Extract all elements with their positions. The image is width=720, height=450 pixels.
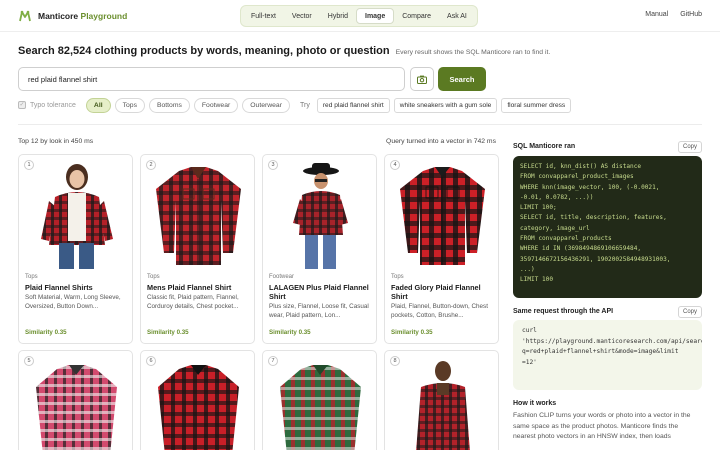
product-photo — [393, 357, 492, 450]
product-category: Footwear — [269, 274, 295, 280]
product-card[interactable]: 3 Footwear LALAGEN Plus Plaid Flannel Sh… — [262, 154, 377, 344]
product-description: Plus size, Flannel, Loose fit, Casual we… — [269, 303, 369, 319]
image-upload-button[interactable] — [410, 67, 434, 91]
product-photo — [271, 357, 370, 450]
product-category: Tops — [391, 274, 404, 280]
product-card[interactable]: 5 — [18, 350, 133, 450]
product-description: Soft Material, Warm, Long Sleeve, Oversi… — [25, 294, 121, 310]
product-photo — [271, 161, 370, 269]
product-info: Tops Faded Glory Plaid Flannel Shirt Pla… — [391, 274, 495, 320]
product-photo — [149, 161, 248, 269]
page-title: Search 82,524 clothing products by words… — [18, 45, 390, 57]
product-title: LALAGEN Plus Plaid Flannel Shirt — [269, 283, 369, 301]
product-title: Plaid Flannel Shirts — [25, 283, 93, 292]
tab-compare[interactable]: Compare — [394, 8, 439, 24]
sql-code-block: SELECT id, knn_dist() AS distance FROM c… — [513, 156, 702, 298]
top-navigation-bar: Manticore Playground Full-text Vector Hy… — [0, 0, 720, 32]
rank-badge: 4 — [390, 160, 400, 170]
try-label: Try — [299, 101, 310, 109]
checkbox-icon[interactable]: ✓ — [18, 101, 26, 109]
example-query[interactable]: red plaid flannel shirt — [316, 97, 390, 113]
product-card[interactable]: 6 — [140, 350, 255, 450]
results-summary: Top 12 by look in 450 ms — [18, 138, 94, 145]
product-photo — [27, 357, 126, 450]
product-info: Tops Mens Plaid Flannel Shirt Classic fi… — [147, 274, 251, 311]
category-chip-footwear[interactable]: Footwear — [193, 97, 239, 113]
github-link[interactable]: GitHub — [680, 11, 702, 18]
header-links: Manual GitHub — [645, 11, 702, 18]
vector-timing: Query turned into a vector in 742 ms — [386, 138, 496, 145]
tab-vector[interactable]: Vector — [284, 8, 320, 24]
api-panel-title: Same request through the API — [513, 308, 614, 315]
page-headline: Search 82,524 clothing products by words… — [18, 45, 550, 57]
search-input[interactable] — [18, 67, 405, 91]
filter-row: ✓ Typo tolerance All Tops Bottoms Footwe… — [18, 97, 572, 113]
product-card[interactable]: 4 Tops Faded Glory Plaid Flannel Shirt P… — [384, 154, 499, 344]
camera-icon — [417, 75, 427, 84]
how-it-works-title: How it works — [513, 400, 557, 407]
similarity-score: Similarity 0.35 — [25, 329, 67, 336]
product-description: Plaid, Flannel, Button-down, Chest pocke… — [391, 303, 488, 319]
rank-badge: 3 — [268, 160, 278, 170]
category-chip-outerwear[interactable]: Outerwear — [242, 97, 290, 113]
product-description: Classic fit, Plaid pattern, Flannel, Cor… — [147, 294, 239, 310]
tab-ask-ai[interactable]: Ask AI — [439, 8, 475, 24]
tab-full-text[interactable]: Full-text — [243, 8, 284, 24]
product-card[interactable]: 8 — [384, 350, 499, 450]
product-grid: 1 Tops Plaid Flannel Shirts Soft Materia… — [18, 154, 499, 450]
rank-badge: 6 — [146, 356, 156, 366]
example-query[interactable]: floral summer dress — [501, 97, 572, 113]
manual-link[interactable]: Manual — [645, 11, 668, 18]
rank-badge: 2 — [146, 160, 156, 170]
product-title: Faded Glory Plaid Flannel Shirt — [391, 283, 481, 301]
page-subtitle: Every result shows the SQL Manticore ran… — [395, 49, 551, 56]
rank-badge: 7 — [268, 356, 278, 366]
copy-curl-button[interactable]: Copy — [678, 306, 702, 318]
similarity-score: Similarity 0.35 — [391, 329, 433, 336]
rank-badge: 1 — [24, 160, 34, 170]
tab-hybrid[interactable]: Hybrid — [320, 8, 356, 24]
how-it-works-text: Fashion CLIP turns your words or photo i… — [513, 412, 691, 440]
product-photo — [393, 161, 492, 269]
sql-panel-title: SQL Manticore ran — [513, 143, 576, 150]
product-info: Footwear LALAGEN Plus Plaid Flannel Shir… — [269, 274, 373, 320]
copy-sql-button[interactable]: Copy — [678, 141, 702, 153]
rank-badge: 8 — [390, 356, 400, 366]
typo-tolerance-label: Typo tolerance — [30, 101, 76, 109]
tab-image[interactable]: Image — [356, 8, 395, 24]
example-query[interactable]: white sneakers with a gum sole — [393, 97, 498, 113]
typo-tolerance-toggle[interactable]: ✓ Typo tolerance — [18, 101, 76, 109]
brand-name: Manticore Playground — [38, 11, 128, 21]
divider — [18, 124, 702, 125]
product-card[interactable]: 2 Tops Mens Plaid Flannel Shirt Classic … — [140, 154, 255, 344]
product-category: Tops — [147, 274, 160, 280]
curl-code-block: curl 'https://playground.manticoresearch… — [513, 320, 702, 390]
manticore-logo-icon — [19, 10, 31, 22]
product-info: Tops Plaid Flannel Shirts Soft Material,… — [25, 274, 129, 311]
brand[interactable]: Manticore Playground — [18, 9, 127, 23]
similarity-score: Similarity 0.35 — [147, 329, 189, 336]
product-category: Tops — [25, 274, 38, 280]
mode-tabs: Full-text Vector Hybrid Image Compare As… — [240, 5, 478, 27]
product-card[interactable]: 1 Tops Plaid Flannel Shirts Soft Materia… — [18, 154, 133, 344]
product-card[interactable]: 7 — [262, 350, 377, 450]
search-button[interactable]: Search — [438, 67, 486, 91]
category-chip-bottoms[interactable]: Bottoms — [148, 97, 190, 113]
category-chip-tops[interactable]: Tops — [114, 97, 145, 113]
product-photo — [149, 357, 248, 450]
category-chip-all[interactable]: All — [85, 97, 111, 113]
similarity-score: Similarity 0.35 — [269, 329, 311, 336]
product-photo — [27, 161, 126, 269]
rank-badge: 5 — [24, 356, 34, 366]
product-title: Mens Plaid Flannel Shirt — [147, 283, 232, 292]
